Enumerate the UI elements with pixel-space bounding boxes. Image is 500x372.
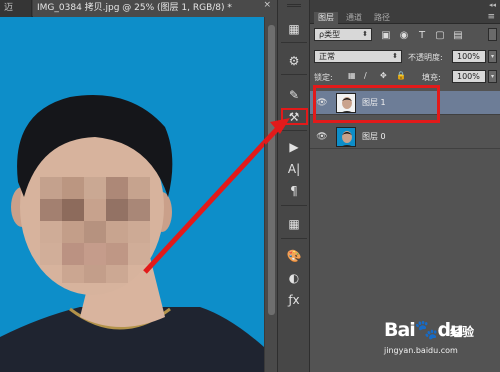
baidu-watermark: Bai🐾du 经验 jingyan.baidu.com: [378, 314, 500, 372]
baidu-jingyan-text: 经验: [450, 325, 475, 339]
watermark-url: jingyan.baidu.com: [384, 346, 458, 355]
